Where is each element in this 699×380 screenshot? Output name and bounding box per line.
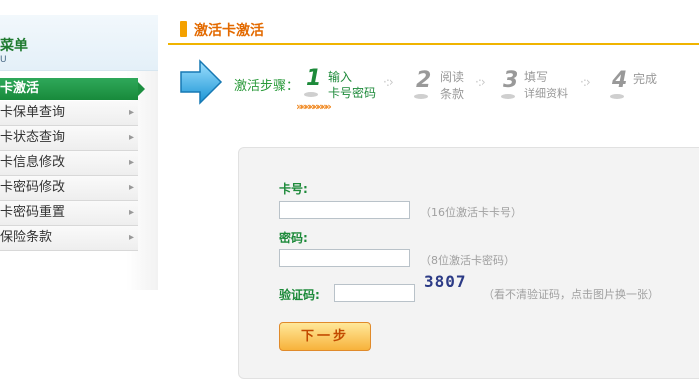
- next-step-button[interactable]: 下一步: [279, 322, 371, 351]
- sidebar-title: 菜单: [0, 38, 28, 54]
- step-separator: ·:›: [475, 75, 486, 89]
- sidebar-item-label: 卡保单查询: [0, 105, 66, 120]
- step-1-number: 1: [306, 66, 322, 91]
- step-shadow: [304, 92, 318, 97]
- password-input[interactable]: [279, 249, 410, 267]
- sidebar-item-insurance-terms[interactable]: 保险条款 ▸: [0, 226, 138, 251]
- chevron-right-icon: ▸: [128, 182, 134, 193]
- sidebar-item-label: 保险条款: [0, 230, 53, 245]
- step-4-line1: 完成: [633, 72, 658, 86]
- chevron-right-icon: ▸: [128, 132, 134, 143]
- step-2-line2: 条款: [440, 87, 465, 101]
- step-2-number: 2: [416, 68, 432, 93]
- step-arrow-icon: [180, 59, 223, 105]
- step-1-line1: 输入: [328, 70, 353, 84]
- step-shadow: [610, 94, 624, 99]
- step-3-number: 3: [503, 68, 519, 93]
- sidebar-item-label: 卡信息修改: [0, 155, 66, 170]
- sidebar-item-label: 卡密码重置: [0, 205, 66, 220]
- sidebar-header: 菜单 U: [0, 15, 158, 71]
- step-shadow: [501, 94, 515, 99]
- password-hint: （8位激活卡密码）: [420, 254, 515, 267]
- sidebar-item-status-query[interactable]: 卡状态查询 ▸: [0, 126, 138, 151]
- step-separator: ·:›: [383, 75, 394, 89]
- sidebar-item-label: 卡状态查询: [0, 130, 66, 145]
- chevron-right-icon: ▸: [128, 207, 134, 218]
- sidebar-item-password-reset[interactable]: 卡密码重置 ▸: [0, 201, 138, 226]
- captcha-image[interactable]: 3807: [424, 272, 476, 292]
- chevron-right-icon: ▸: [128, 107, 134, 118]
- step-shadow: [414, 94, 428, 99]
- step-3-line1: 填写: [524, 70, 549, 84]
- step-3-line2: 详细资料: [524, 87, 568, 100]
- sidebar-item-label: 卡密码修改: [0, 180, 66, 195]
- card-number-input[interactable]: [279, 201, 410, 219]
- sidebar-item-info-edit[interactable]: 卡信息修改 ▸: [0, 151, 138, 176]
- step-4-number: 4: [612, 68, 628, 93]
- sidebar-item-policy-query[interactable]: 卡保单查询 ▸: [0, 101, 138, 126]
- page-title: 激活卡激活: [194, 23, 264, 39]
- sidebar-item-card-activation[interactable]: 卡激活: [0, 78, 145, 100]
- step-separator: ·:›: [580, 75, 591, 89]
- chevron-right-icon: ▸: [128, 157, 134, 168]
- title-marker-icon: [180, 21, 187, 37]
- sidebar-item-label: 卡激活: [0, 81, 40, 96]
- captcha-label: 验证码:: [279, 288, 320, 302]
- steps-label: 激活步骤：: [234, 79, 300, 94]
- sidebar-item-password-edit[interactable]: 卡密码修改 ▸: [0, 176, 138, 201]
- step-1-line2: 卡号密码: [328, 86, 377, 100]
- progress-chevrons: »»»»»»»»: [296, 100, 332, 113]
- step-2-line1: 阅读: [440, 70, 465, 84]
- page-header: 激活卡激活: [168, 15, 699, 45]
- password-label: 密码:: [279, 231, 308, 245]
- captcha-hint: （看不清验证码，点击图片换一张）: [483, 288, 659, 301]
- card-number-label: 卡号:: [279, 182, 308, 196]
- card-number-hint: （16位激活卡卡号）: [420, 206, 522, 219]
- chevron-right-icon: ▸: [128, 232, 134, 243]
- captcha-input[interactable]: [334, 284, 415, 302]
- sidebar-subtitle: U: [0, 55, 7, 65]
